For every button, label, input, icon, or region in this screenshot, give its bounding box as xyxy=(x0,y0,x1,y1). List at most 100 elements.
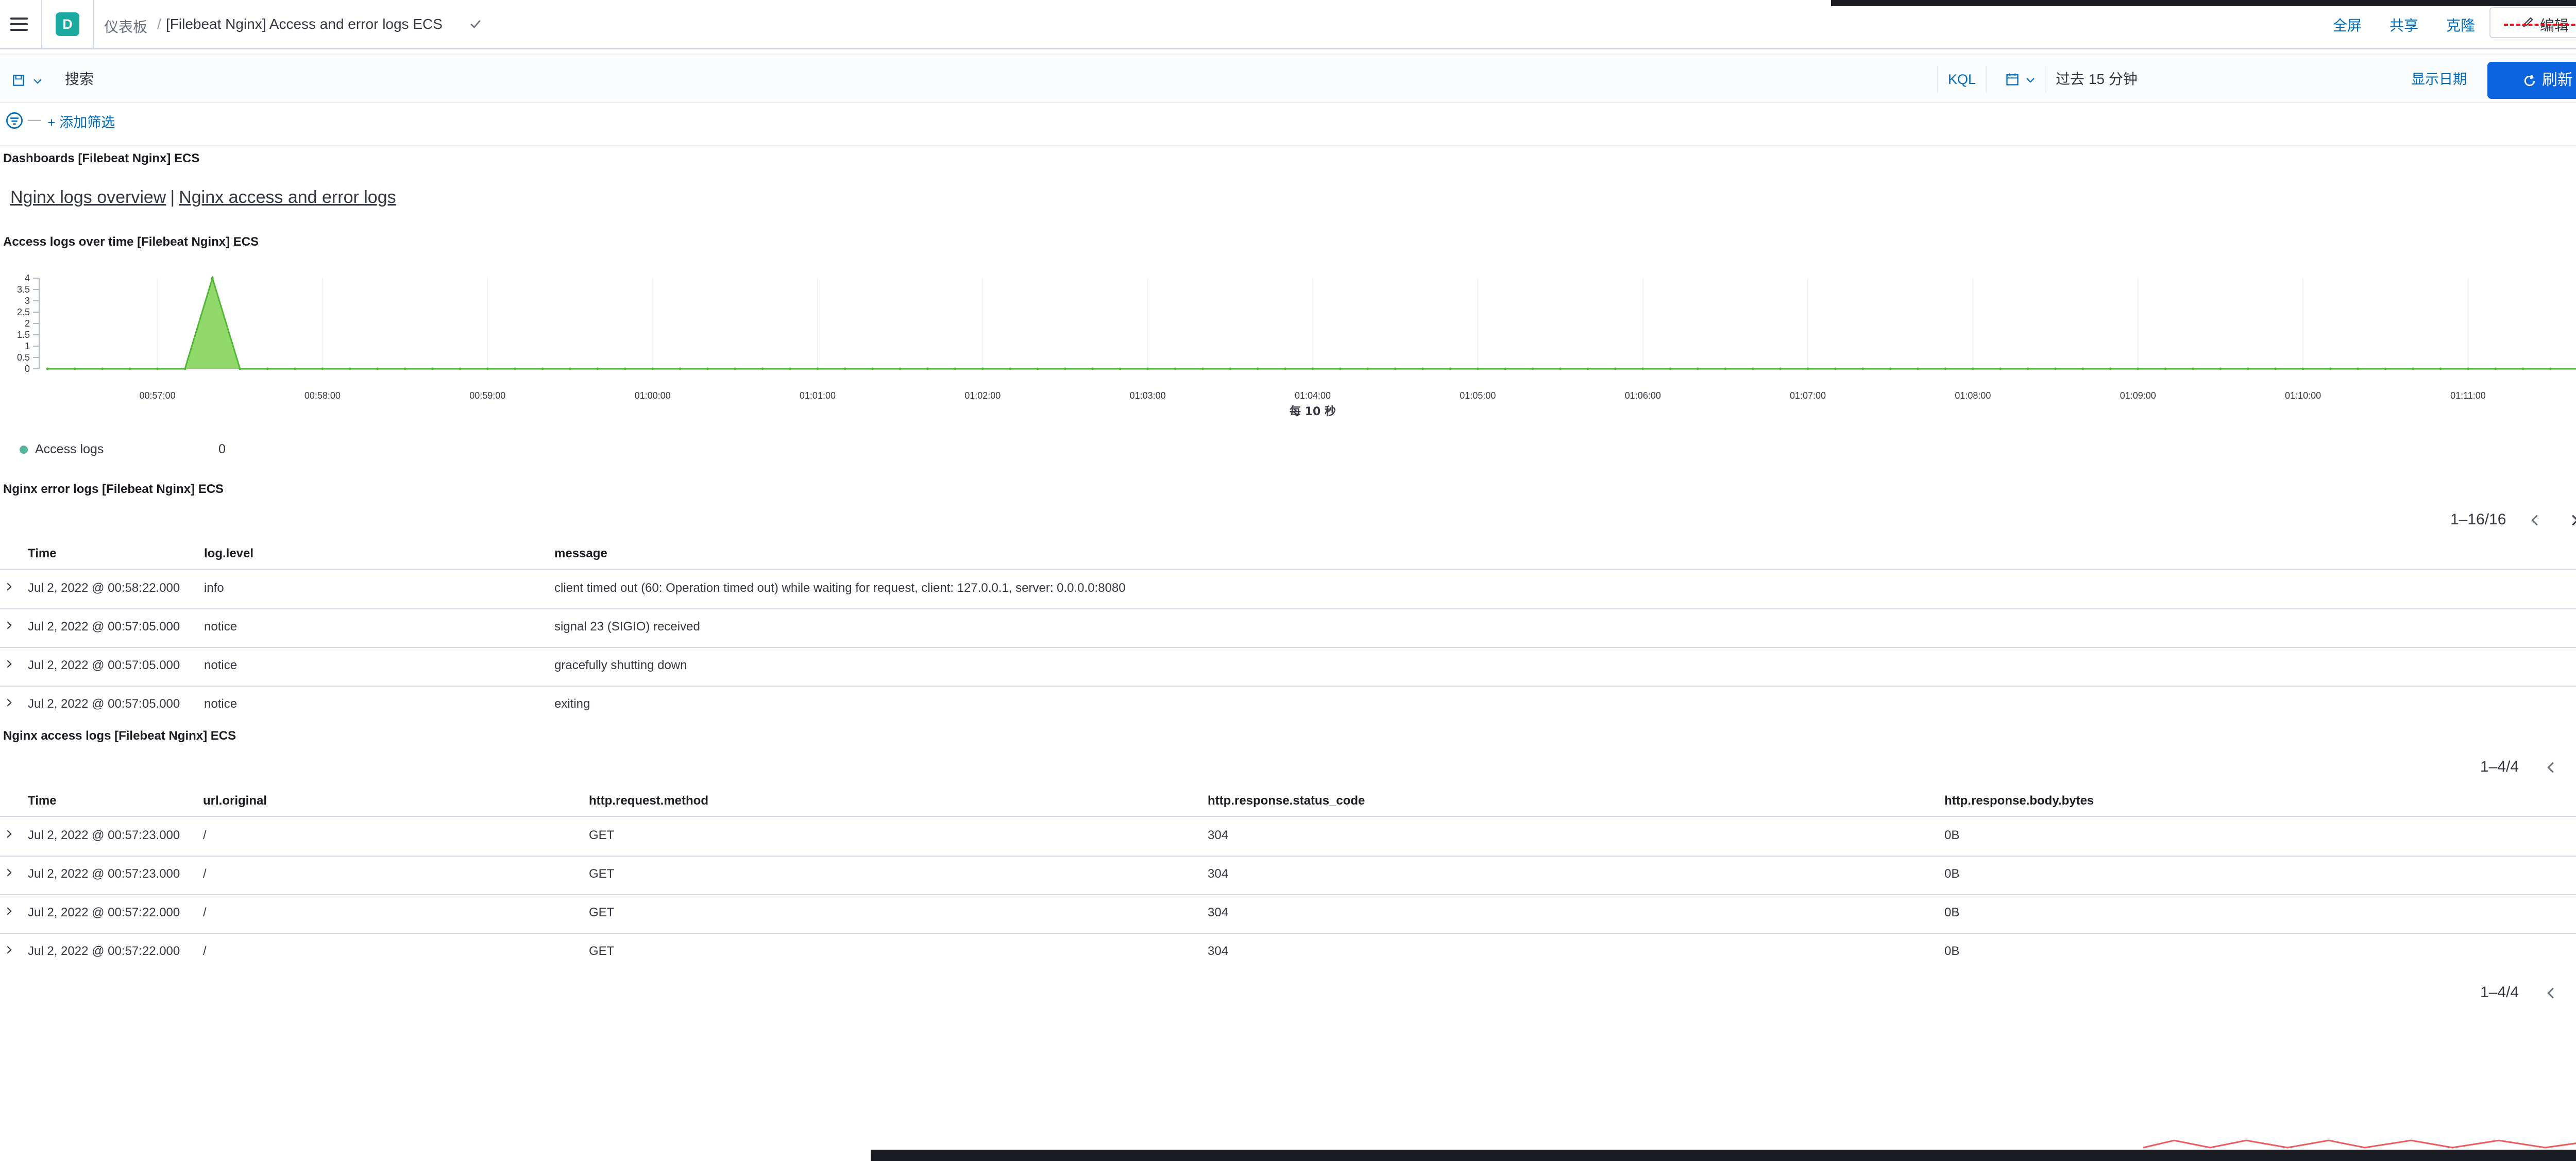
breadcrumb-dashboards[interactable]: 仪表板 xyxy=(104,16,147,37)
data-point xyxy=(486,367,489,370)
add-filter-button[interactable]: + 添加筛选 xyxy=(47,111,115,131)
data-point xyxy=(2494,367,2497,370)
overlay-bar xyxy=(1831,0,2576,6)
saved-query-button[interactable] xyxy=(7,67,48,93)
data-point xyxy=(2549,367,2552,370)
expand-row-icon[interactable] xyxy=(5,944,12,955)
data-point xyxy=(1559,367,1562,370)
chevron-left-icon[interactable] xyxy=(2544,760,2559,775)
y-tick-label: 3.5 xyxy=(17,284,30,295)
x-tick-label: 01:02:00 xyxy=(964,390,1001,401)
expand-row-icon[interactable] xyxy=(5,581,12,592)
expand-row-icon[interactable] xyxy=(5,828,12,840)
data-point xyxy=(376,367,379,370)
data-point xyxy=(156,367,159,370)
table-cell: 304 xyxy=(1208,944,1229,958)
link-access-error-logs[interactable]: Nginx access and error logs xyxy=(179,187,396,207)
link-logs-overview[interactable]: Nginx logs overview xyxy=(10,187,166,207)
data-point xyxy=(1614,367,1617,370)
chevron-left-icon[interactable] xyxy=(2544,985,2559,1001)
row-divider xyxy=(0,647,2576,648)
space-avatar[interactable]: D xyxy=(56,12,79,36)
table-cell: notice xyxy=(204,620,238,634)
x-tick-label: 01:09:00 xyxy=(2120,390,2156,401)
data-point xyxy=(954,367,957,370)
table-cell: 0B xyxy=(1944,944,1960,958)
refresh-button[interactable]: 刷新 xyxy=(2487,62,2576,99)
data-point xyxy=(431,367,434,370)
expand-row-icon[interactable] xyxy=(5,620,12,631)
expand-row-icon[interactable] xyxy=(5,906,12,917)
chart-legend-item[interactable]: Access logs xyxy=(20,442,104,457)
refresh-icon xyxy=(2524,75,2535,87)
table-cell: Jul 2, 2022 @ 00:57:23.000 xyxy=(28,828,180,842)
table-cell: GET xyxy=(589,867,615,881)
table-cell: GET xyxy=(589,906,615,919)
pagination-count: 1–4/4 xyxy=(2480,758,2519,775)
filter-divider: — xyxy=(28,111,41,127)
expand-row-icon[interactable] xyxy=(5,658,12,670)
data-point xyxy=(981,367,984,370)
column-header[interactable]: Time xyxy=(28,794,57,808)
x-tick-label: 00:57:00 xyxy=(140,390,176,401)
data-point xyxy=(899,367,902,370)
filter-icon[interactable] xyxy=(5,111,24,130)
fullscreen-link[interactable]: 全屏 xyxy=(2333,14,2362,35)
x-tick-label: 01:01:00 xyxy=(800,390,836,401)
chevron-left-icon[interactable] xyxy=(2528,513,2543,528)
expand-row-icon[interactable] xyxy=(5,867,12,878)
table-cell: exiting xyxy=(554,697,590,711)
clone-link[interactable]: 克隆 xyxy=(2446,14,2475,35)
panel-title: Nginx access logs [Filebeat Nginx] ECS xyxy=(3,729,236,743)
column-header[interactable]: http.request.method xyxy=(589,794,708,808)
data-point xyxy=(2466,367,2469,370)
x-tick-label: 01:08:00 xyxy=(1955,390,1991,401)
table-cell: gracefully shutting down xyxy=(554,658,687,672)
y-tick-label: 1 xyxy=(25,341,30,351)
column-header[interactable]: message xyxy=(554,547,607,561)
date-range-text[interactable]: 过去 15 分钟 xyxy=(2056,66,2138,93)
share-link[interactable]: 共享 xyxy=(2389,14,2418,35)
filter-separator xyxy=(0,145,2576,146)
data-point xyxy=(816,367,819,370)
table-cell: / xyxy=(203,828,207,842)
row-divider xyxy=(0,894,2576,895)
expand-row-icon[interactable] xyxy=(5,697,12,708)
quick-date-button[interactable] xyxy=(1995,66,2046,93)
data-point xyxy=(1724,367,1727,370)
table-cell: notice xyxy=(204,697,238,711)
x-tick-label: 01:05:00 xyxy=(1460,390,1496,401)
data-point xyxy=(789,367,792,370)
data-point xyxy=(1421,367,1425,370)
data-point xyxy=(1641,367,1645,370)
data-point xyxy=(1669,367,1672,370)
show-dates-link[interactable]: 显示日期 xyxy=(2411,66,2467,93)
data-point xyxy=(73,367,76,370)
chevron-right-icon[interactable] xyxy=(2567,513,2576,528)
chevron-down-icon xyxy=(2026,78,2035,83)
data-point xyxy=(1696,367,1699,370)
column-header[interactable]: Time xyxy=(28,547,57,561)
column-header[interactable]: log.level xyxy=(204,547,253,561)
table-cell: / xyxy=(203,906,207,919)
search-input[interactable]: 搜索 xyxy=(57,66,1937,93)
data-point xyxy=(1476,367,1479,370)
menu-icon[interactable] xyxy=(10,18,28,31)
pagination-count: 1–4/4 xyxy=(2480,984,2519,1001)
table-cell: signal 23 (SIGIO) received xyxy=(554,620,700,634)
data-point xyxy=(1751,367,1754,370)
data-point xyxy=(1834,367,1837,370)
edit-button[interactable]: 编辑 xyxy=(2489,7,2576,38)
data-point xyxy=(706,367,709,370)
column-header[interactable]: url.original xyxy=(203,794,267,808)
x-tick-label: 01:04:00 xyxy=(1295,390,1331,401)
kql-toggle[interactable]: KQL xyxy=(1937,66,1987,93)
table-cell: 0B xyxy=(1944,867,1960,881)
series-line xyxy=(47,275,2576,370)
table-cell: Jul 2, 2022 @ 00:57:23.000 xyxy=(28,867,180,881)
data-point xyxy=(1889,367,1892,370)
column-header[interactable]: http.response.status_code xyxy=(1208,794,1365,808)
column-header[interactable]: http.response.body.bytes xyxy=(1944,794,2094,808)
data-point xyxy=(1036,367,1039,370)
data-point xyxy=(1971,367,1974,370)
